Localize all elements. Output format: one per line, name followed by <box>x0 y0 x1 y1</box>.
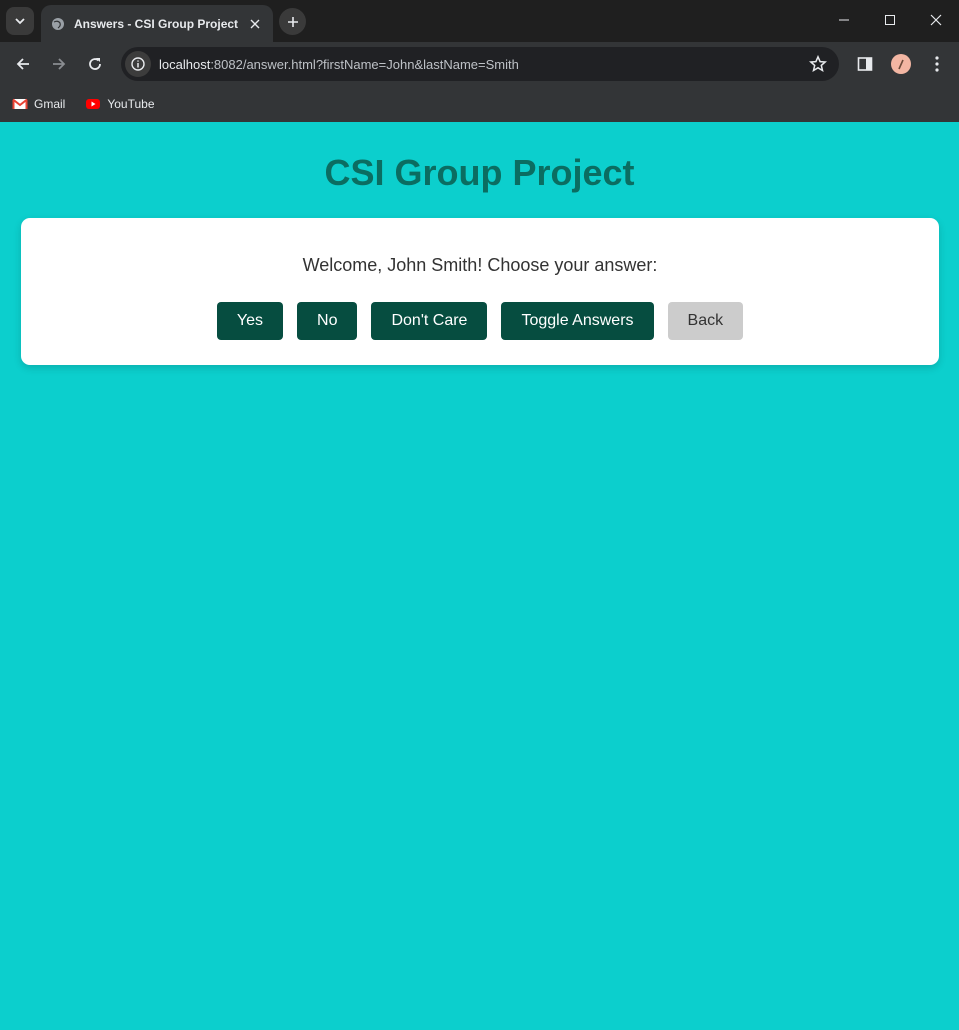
forward-nav-button[interactable] <box>45 50 73 78</box>
profile-button[interactable] <box>889 52 913 76</box>
maximize-icon <box>885 15 895 25</box>
gmail-icon <box>12 98 28 109</box>
url-text: localhost:8082/answer.html?firstName=Joh… <box>159 57 519 72</box>
back-nav-button[interactable] <box>9 50 37 78</box>
site-info-button[interactable] <box>125 51 151 77</box>
profile-icon <box>898 59 904 70</box>
welcome-message: Welcome, John Smith! Choose your answer: <box>302 255 658 275</box>
tab-title: Answers - CSI Group Project <box>74 16 239 31</box>
reload-icon <box>89 58 101 70</box>
bookmark-star-icon[interactable] <box>809 55 827 73</box>
globe-icon <box>52 17 64 30</box>
browser-toolbar: localhost:8082/answer.html?firstName=Joh… <box>0 42 959 86</box>
tab-close-button[interactable] <box>247 16 263 32</box>
chevron-down-icon <box>15 18 25 25</box>
minimize-button[interactable] <box>822 6 866 34</box>
page-title: CSI Group Project <box>324 152 635 193</box>
side-panel-icon <box>857 57 873 71</box>
toggle-answers-button[interactable]: Toggle Answers <box>501 302 654 340</box>
avatar <box>891 54 911 74</box>
menu-button[interactable] <box>925 52 949 76</box>
active-tab[interactable]: Answers - CSI Group Project <box>41 5 273 42</box>
bookmark-youtube[interactable]: YouTube <box>85 96 155 112</box>
bookmarks-bar: Gmail YouTube <box>0 86 959 122</box>
no-button[interactable]: No <box>297 302 358 340</box>
plus-icon <box>287 16 298 27</box>
answer-buttons: Yes No Don't Care Toggle Answers Back <box>21 302 939 340</box>
address-bar[interactable]: localhost:8082/answer.html?firstName=Joh… <box>121 47 839 81</box>
arrow-left-icon <box>16 58 29 70</box>
minimize-icon <box>839 19 849 21</box>
close-icon <box>250 19 260 28</box>
maximize-button[interactable] <box>868 6 912 34</box>
window-close-button[interactable] <box>914 6 958 34</box>
url-path: :8082/answer.html?firstName=John&lastNam… <box>210 56 519 72</box>
bookmark-label: YouTube <box>107 97 155 111</box>
new-tab-button[interactable] <box>279 8 306 35</box>
close-icon <box>930 14 942 26</box>
youtube-icon <box>86 99 101 109</box>
browser-tabstrip: Answers - CSI Group Project <box>0 0 959 42</box>
dont-care-button[interactable]: Don't Care <box>371 302 488 340</box>
bookmark-label: Gmail <box>34 97 66 111</box>
yes-button[interactable]: Yes <box>216 302 284 340</box>
answer-card: Welcome, John Smith! Choose your answer:… <box>21 218 939 365</box>
more-vert-icon <box>935 56 939 72</box>
arrow-right-icon <box>53 58 66 70</box>
reload-button[interactable] <box>81 50 109 78</box>
side-panel-button[interactable] <box>853 52 877 76</box>
page-content: CSI Group Project Welcome, John Smith! C… <box>0 122 959 1030</box>
info-icon <box>131 57 145 71</box>
url-host: localhost <box>159 56 211 72</box>
tab-search-button[interactable] <box>6 7 34 35</box>
back-button[interactable]: Back <box>667 302 744 340</box>
bookmark-gmail[interactable]: Gmail <box>12 96 65 112</box>
